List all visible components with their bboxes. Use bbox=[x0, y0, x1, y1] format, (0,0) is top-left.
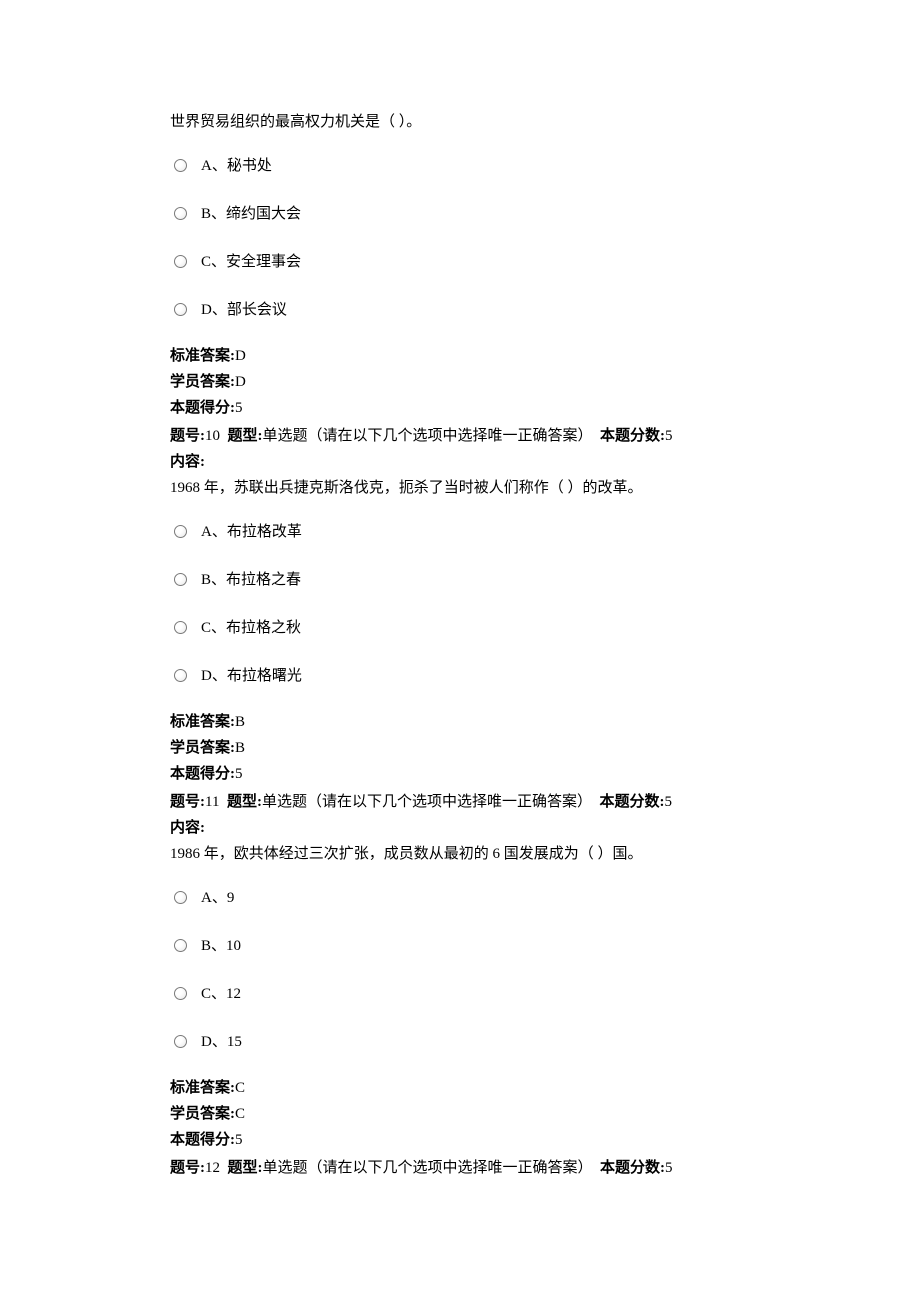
option-row-a[interactable]: A、秘书处 bbox=[170, 152, 750, 178]
student-answer-line: 学员答案:B bbox=[170, 736, 750, 760]
option-text: A、布拉格改革 bbox=[201, 518, 302, 544]
radio-icon[interactable] bbox=[174, 669, 187, 682]
option-row-a[interactable]: A、布拉格改革 bbox=[170, 518, 750, 544]
points-got-line: 本题得分:5 bbox=[170, 762, 750, 786]
points-got-value: 5 bbox=[235, 400, 243, 416]
qscore-value: 5 bbox=[664, 794, 672, 810]
standard-answer-line: 标准答案:D bbox=[170, 344, 750, 368]
qscore-value: 5 bbox=[665, 428, 673, 444]
standard-answer-value: C bbox=[235, 1080, 245, 1096]
qscore-label: 本题分数: bbox=[599, 794, 664, 810]
qtype-label: 题型: bbox=[228, 428, 263, 444]
points-got-value: 5 bbox=[235, 1132, 243, 1148]
option-row-a[interactable]: A、9 bbox=[170, 884, 750, 910]
radio-icon[interactable] bbox=[174, 255, 187, 268]
qnum-value: 10 bbox=[205, 428, 220, 444]
qnum-value: 11 bbox=[205, 794, 219, 810]
qnum-label: 题号: bbox=[170, 1160, 205, 1176]
points-got-label: 本题得分: bbox=[170, 1132, 235, 1148]
radio-icon[interactable] bbox=[174, 573, 187, 586]
radio-icon[interactable] bbox=[174, 159, 187, 172]
qtype-label: 题型: bbox=[228, 1160, 263, 1176]
student-answer-label: 学员答案: bbox=[170, 374, 235, 390]
qtype-value: 单选题（请在以下几个选项中选择唯一正确答案） bbox=[263, 1160, 593, 1176]
radio-icon[interactable] bbox=[174, 1035, 187, 1048]
radio-icon[interactable] bbox=[174, 303, 187, 316]
option-row-b[interactable]: B、布拉格之春 bbox=[170, 566, 750, 592]
answer-block: 标准答案:B 学员答案:B 本题得分:5 bbox=[170, 710, 750, 786]
option-row-b[interactable]: B、缔约国大会 bbox=[170, 200, 750, 226]
option-row-c[interactable]: C、布拉格之秋 bbox=[170, 614, 750, 640]
qtype-label: 题型: bbox=[227, 794, 262, 810]
standard-answer-label: 标准答案: bbox=[170, 348, 235, 364]
question-stem: 1986 年，欧共体经过三次扩张，成员数从最初的 6 国发展成为（ ）国。 bbox=[170, 842, 750, 866]
option-text: B、布拉格之春 bbox=[201, 566, 301, 592]
radio-icon[interactable] bbox=[174, 207, 187, 220]
option-row-d[interactable]: D、布拉格曙光 bbox=[170, 662, 750, 688]
option-text: A、9 bbox=[201, 884, 234, 910]
answer-block: 标准答案:D 学员答案:D 本题得分:5 bbox=[170, 344, 750, 420]
standard-answer-value: D bbox=[235, 348, 246, 364]
qscore-label: 本题分数: bbox=[600, 428, 665, 444]
option-row-b[interactable]: B、10 bbox=[170, 932, 750, 958]
student-answer-value: D bbox=[235, 374, 246, 390]
option-text: A、秘书处 bbox=[201, 152, 272, 178]
option-row-d[interactable]: D、部长会议 bbox=[170, 296, 750, 322]
qtype-value: 单选题（请在以下几个选项中选择唯一正确答案） bbox=[263, 428, 593, 444]
student-answer-line: 学员答案:D bbox=[170, 370, 750, 394]
standard-answer-line: 标准答案:C bbox=[170, 1076, 750, 1100]
option-text: D、布拉格曙光 bbox=[201, 662, 302, 688]
option-text: C、安全理事会 bbox=[201, 248, 301, 274]
question-header: 题号:10 题型:单选题（请在以下几个选项中选择唯一正确答案） 本题分数:5 bbox=[170, 424, 750, 448]
radio-icon[interactable] bbox=[174, 891, 187, 904]
radio-icon[interactable] bbox=[174, 987, 187, 1000]
qnum-label: 题号: bbox=[170, 428, 205, 444]
points-got-label: 本题得分: bbox=[170, 400, 235, 416]
question-header: 题号:11 题型:单选题（请在以下几个选项中选择唯一正确答案） 本题分数:5 bbox=[170, 790, 750, 814]
points-got-label: 本题得分: bbox=[170, 766, 235, 782]
option-text: B、10 bbox=[201, 932, 241, 958]
qnum-value: 12 bbox=[205, 1160, 220, 1176]
points-got-line: 本题得分:5 bbox=[170, 396, 750, 420]
option-row-d[interactable]: D、15 bbox=[170, 1028, 750, 1054]
points-got-value: 5 bbox=[235, 766, 243, 782]
standard-answer-label: 标准答案: bbox=[170, 1080, 235, 1096]
question-stem: 1968 年，苏联出兵捷克斯洛伐克，扼杀了当时被人们称作（ ）的改革。 bbox=[170, 476, 750, 500]
standard-answer-value: B bbox=[235, 714, 245, 730]
radio-icon[interactable] bbox=[174, 525, 187, 538]
qnum-label: 题号: bbox=[170, 794, 205, 810]
qscore-label: 本题分数: bbox=[600, 1160, 665, 1176]
question-header: 题号:12 题型:单选题（请在以下几个选项中选择唯一正确答案） 本题分数:5 bbox=[170, 1156, 750, 1180]
standard-answer-line: 标准答案:B bbox=[170, 710, 750, 734]
points-got-line: 本题得分:5 bbox=[170, 1128, 750, 1152]
option-row-c[interactable]: C、安全理事会 bbox=[170, 248, 750, 274]
content-label: 内容: bbox=[170, 816, 750, 840]
option-row-c[interactable]: C、12 bbox=[170, 980, 750, 1006]
question-stem: 世界贸易组织的最高权力机关是（ ）。 bbox=[170, 110, 750, 134]
option-text: C、12 bbox=[201, 980, 241, 1006]
option-text: D、15 bbox=[201, 1028, 242, 1054]
qtype-value: 单选题（请在以下几个选项中选择唯一正确答案） bbox=[262, 794, 592, 810]
answer-block: 标准答案:C 学员答案:C 本题得分:5 bbox=[170, 1076, 750, 1152]
student-answer-line: 学员答案:C bbox=[170, 1102, 750, 1126]
option-text: D、部长会议 bbox=[201, 296, 287, 322]
option-text: B、缔约国大会 bbox=[201, 200, 301, 226]
radio-icon[interactable] bbox=[174, 621, 187, 634]
option-text: C、布拉格之秋 bbox=[201, 614, 301, 640]
standard-answer-label: 标准答案: bbox=[170, 714, 235, 730]
student-answer-label: 学员答案: bbox=[170, 1106, 235, 1122]
content-label: 内容: bbox=[170, 450, 750, 474]
student-answer-label: 学员答案: bbox=[170, 740, 235, 756]
student-answer-value: C bbox=[235, 1106, 245, 1122]
qscore-value: 5 bbox=[665, 1160, 673, 1176]
student-answer-value: B bbox=[235, 740, 245, 756]
radio-icon[interactable] bbox=[174, 939, 187, 952]
